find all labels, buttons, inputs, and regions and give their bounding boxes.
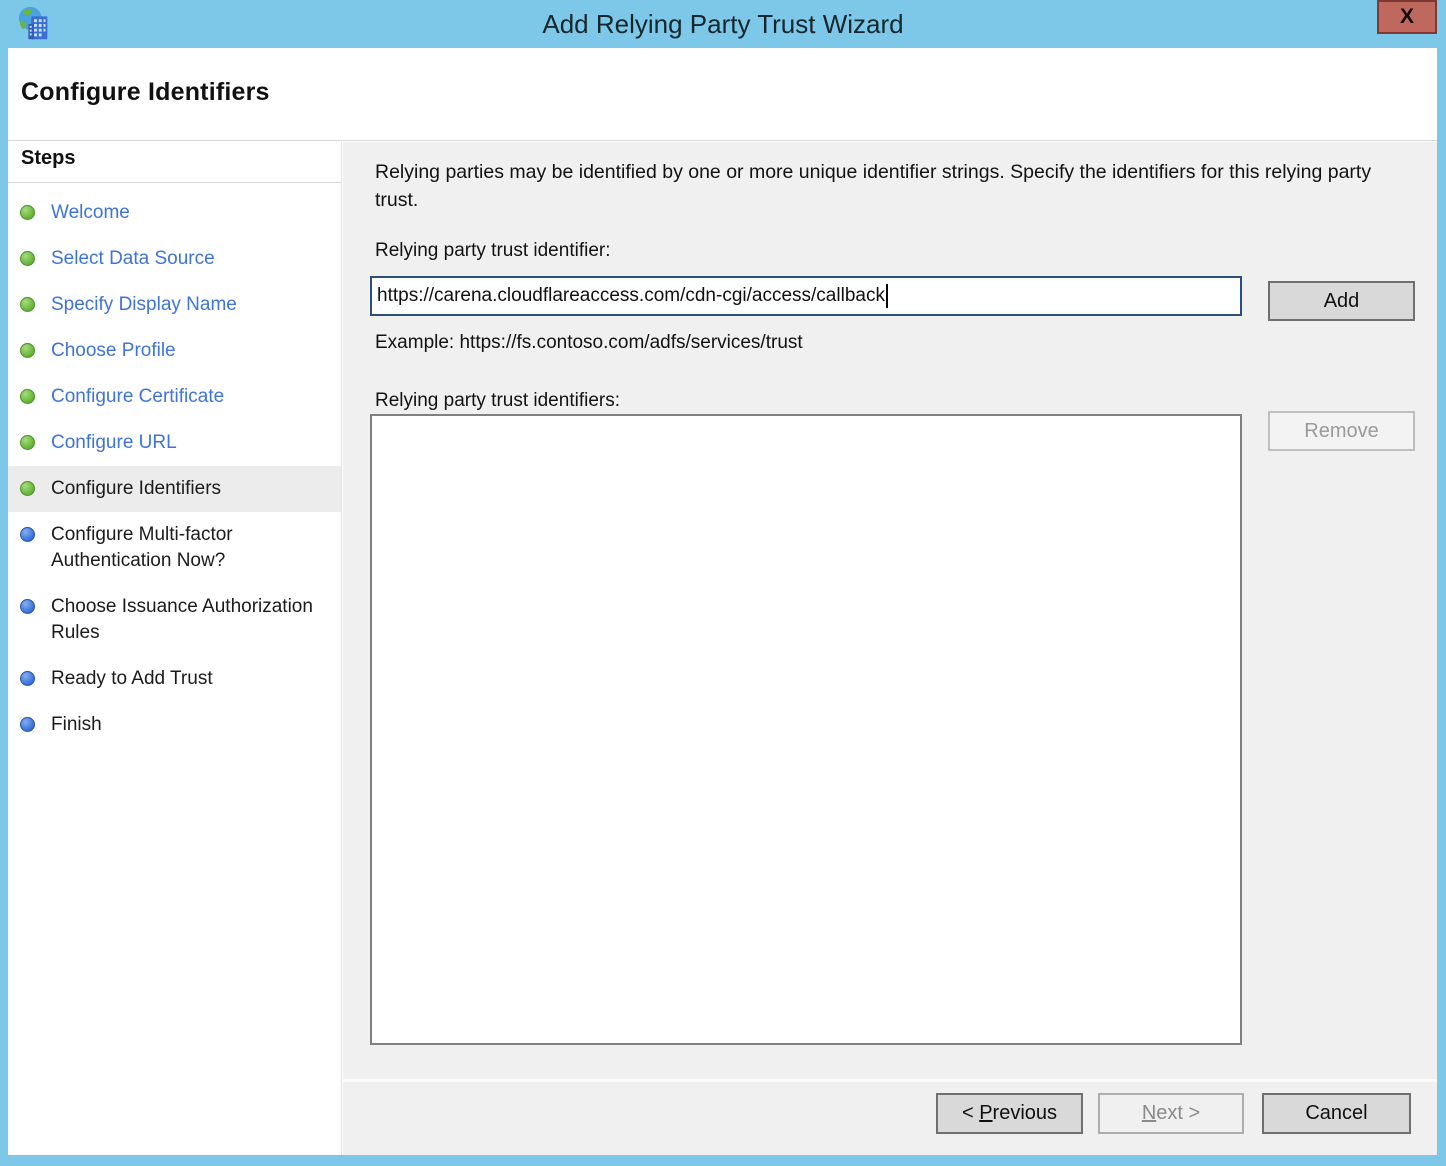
add-button[interactable]: Add (1268, 281, 1415, 321)
step-done-icon (20, 343, 35, 358)
identifier-label: Relying party trust identifier: (375, 240, 611, 262)
identifiers-list-label: Relying party trust identifiers: (375, 390, 620, 412)
titlebar: Add Relying Party Trust Wizard X (0, 0, 1446, 48)
sidebar-item-configure-certificate[interactable]: Configure Certificate (8, 374, 341, 420)
sidebar-item-welcome[interactable]: Welcome (8, 190, 341, 236)
example-text: Example: https://fs.contoso.com/adfs/ser… (375, 332, 803, 354)
step-todo-icon (20, 527, 35, 542)
previous-button[interactable]: < Previous (936, 1093, 1083, 1134)
step-done-icon (20, 389, 35, 404)
steps-list: Welcome Select Data Source Specify Displ… (8, 190, 341, 748)
close-button[interactable]: X (1377, 0, 1437, 34)
sidebar-item-configure-mfa: Configure Multi-factor Authentication No… (8, 512, 341, 584)
cancel-button[interactable]: Cancel (1262, 1093, 1411, 1134)
sidebar-item-finish: Finish (8, 702, 341, 748)
step-current-icon (20, 481, 35, 496)
steps-title: Steps (21, 147, 75, 170)
sidebar-item-select-data-source[interactable]: Select Data Source (8, 236, 341, 282)
sidebar-item-specify-display-name[interactable]: Specify Display Name (8, 282, 341, 328)
sidebar-item-configure-url[interactable]: Configure URL (8, 420, 341, 466)
step-todo-icon (20, 717, 35, 732)
step-todo-icon (20, 599, 35, 614)
wizard-window: Add Relying Party Trust Wizard X Configu… (0, 0, 1446, 1166)
text-caret (886, 284, 888, 308)
step-done-icon (20, 205, 35, 220)
step-done-icon (20, 435, 35, 450)
sidebar-item-choose-issuance-rules: Choose Issuance Authorization Rules (8, 584, 341, 656)
page-header: Configure Identifiers (8, 48, 1437, 141)
sidebar-item-configure-identifiers[interactable]: Configure Identifiers (8, 466, 341, 512)
step-done-icon (20, 251, 35, 266)
steps-divider (8, 182, 341, 183)
sidebar-item-ready-to-add-trust: Ready to Add Trust (8, 656, 341, 702)
main-panel: Relying parties may be identified by one… (343, 142, 1437, 1079)
identifiers-listbox[interactable] (370, 414, 1242, 1045)
identifier-input-value: https://carena.cloudflareaccess.com/cdn-… (377, 285, 885, 306)
step-todo-icon (20, 671, 35, 686)
identifier-input[interactable]: https://carena.cloudflareaccess.com/cdn-… (370, 276, 1242, 316)
sidebar-item-choose-profile[interactable]: Choose Profile (8, 328, 341, 374)
window-title: Add Relying Party Trust Wizard (0, 0, 1446, 48)
next-button: Next > (1098, 1093, 1244, 1134)
remove-button: Remove (1268, 411, 1415, 451)
footer-button-bar: < Previous Next > Cancel (343, 1079, 1437, 1155)
page-title: Configure Identifiers (21, 78, 270, 107)
wizard-content: Configure Identifiers Steps Welcome Sele… (8, 48, 1437, 1155)
intro-text: Relying parties may be identified by one… (375, 158, 1405, 214)
step-done-icon (20, 297, 35, 312)
steps-sidebar: Steps Welcome Select Data Source Specify… (8, 142, 342, 1155)
